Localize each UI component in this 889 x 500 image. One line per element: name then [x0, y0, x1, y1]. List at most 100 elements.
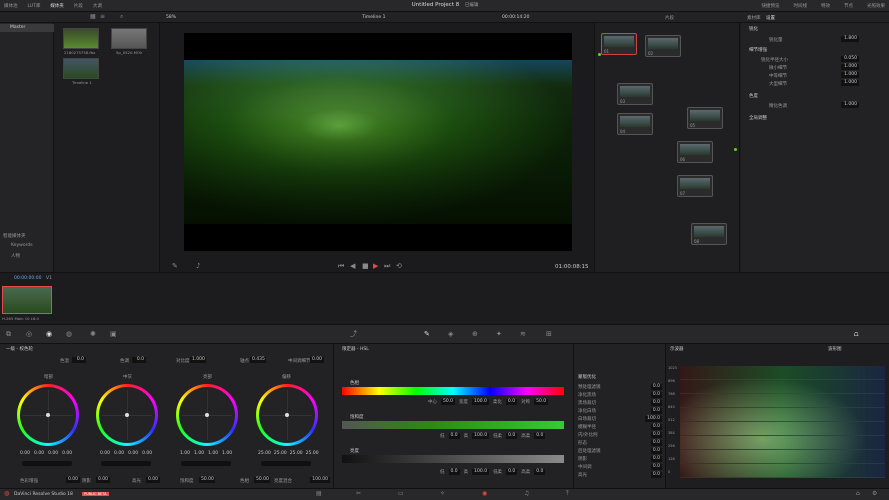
- node-07[interactable]: 07: [677, 175, 713, 197]
- node-editor[interactable]: 01 02 03 04 05 06 07 08 09: [594, 23, 740, 272]
- bp5-value[interactable]: 100.00: [310, 477, 330, 483]
- section-detail[interactable]: 细节增强: [749, 47, 767, 53]
- tab-settings[interactable]: 设置: [766, 15, 775, 21]
- matte-row-value[interactable]: 0.0: [650, 432, 662, 438]
- hue-w-value[interactable]: 100.0: [472, 399, 489, 405]
- page-color-icon[interactable]: ◉: [482, 491, 487, 497]
- window-icon[interactable]: ◈: [448, 331, 453, 338]
- offset-master-slider[interactable]: [261, 461, 311, 466]
- gain-values[interactable]: 1.00 1.00 1.00 1.00: [180, 451, 232, 456]
- timeline-name[interactable]: Timeline 1: [362, 15, 385, 20]
- matte-row-value[interactable]: 0.0: [650, 448, 662, 454]
- wheel-lift[interactable]: [17, 384, 79, 446]
- row2-2-value[interactable]: 1.000: [841, 72, 859, 78]
- home-icon[interactable]: ⌂: [856, 491, 860, 497]
- top-right-3[interactable]: 节点: [844, 3, 853, 9]
- sat-hsoft-value[interactable]: 0.0: [534, 433, 546, 439]
- bp3-value[interactable]: 50.00: [199, 477, 215, 483]
- node-output-dot[interactable]: [734, 148, 737, 151]
- bp2-value[interactable]: 0.00: [146, 477, 160, 483]
- matte-row-value[interactable]: 0.0: [650, 464, 662, 470]
- row3-value[interactable]: 1.000: [841, 102, 859, 108]
- gamma-values[interactable]: 0.00 0.00 0.00 0.00: [100, 451, 152, 456]
- param-temp-value[interactable]: 0.0: [72, 357, 86, 363]
- hue-c-value[interactable]: 50.0: [441, 399, 456, 405]
- node-03[interactable]: 03: [617, 83, 653, 105]
- matte-row-value[interactable]: 0.0: [650, 440, 662, 446]
- param-pivot-value[interactable]: 0.435: [250, 357, 266, 363]
- param-tint-value[interactable]: 0.0: [132, 357, 146, 363]
- qualifier-icon[interactable]: ✎: [424, 331, 430, 338]
- page-cut-icon[interactable]: ✂: [356, 491, 361, 497]
- pen-tool-icon[interactable]: ✎: [172, 263, 178, 270]
- sat-bar[interactable]: [342, 421, 564, 429]
- top-item-3[interactable]: 片段: [74, 3, 83, 9]
- volume-icon[interactable]: ♪: [196, 263, 200, 270]
- skip-end-icon[interactable]: ⏭: [384, 263, 390, 270]
- matte-row-value[interactable]: 0.0: [650, 424, 662, 430]
- hue-sym-value[interactable]: 50.0: [534, 399, 549, 405]
- top-item-0[interactable]: 媒体池: [4, 3, 18, 9]
- top-right-4[interactable]: 光照效果: [867, 3, 885, 9]
- lift-master-slider[interactable]: [22, 461, 72, 466]
- lift-values[interactable]: 0.00 0.00 0.00 0.00: [20, 451, 72, 456]
- rgb-mixer-icon[interactable]: ✺: [90, 331, 96, 338]
- lum-low-value[interactable]: 0.0: [448, 469, 460, 475]
- node-01[interactable]: 01: [601, 33, 637, 55]
- top-item-2[interactable]: 媒体夹: [50, 3, 64, 9]
- node-04[interactable]: 04: [617, 113, 653, 135]
- color-wheels-icon[interactable]: ◉: [46, 331, 52, 338]
- row2-0-value[interactable]: 0.050: [841, 56, 859, 62]
- node-02[interactable]: 02: [645, 35, 681, 57]
- key-icon[interactable]: ⊞: [546, 331, 552, 338]
- page-fairlight-icon[interactable]: ♫: [524, 491, 529, 497]
- page-edit-icon[interactable]: ▭: [398, 491, 404, 497]
- hdr-icon[interactable]: ◍: [66, 331, 72, 338]
- matte-row-value[interactable]: 0.0: [650, 400, 662, 406]
- sat-low-value[interactable]: 0.0: [448, 433, 460, 439]
- param-contrast-value[interactable]: 1.000: [190, 357, 206, 363]
- node-08[interactable]: 08: [691, 223, 727, 245]
- matte-row-value[interactable]: 0.0: [650, 384, 662, 390]
- matte-row-value[interactable]: 100.0: [645, 416, 662, 422]
- lum-high-value[interactable]: 100.0: [472, 469, 490, 475]
- camera-raw-icon[interactable]: ⧉: [6, 331, 11, 338]
- bp1-value[interactable]: 0.00: [96, 477, 110, 483]
- matte-row-value[interactable]: 0.0: [650, 472, 662, 478]
- gamma-master-slider[interactable]: [101, 461, 151, 466]
- sat-lsoft-value[interactable]: 0.0: [506, 433, 518, 439]
- clip-thumb-1[interactable]: [111, 28, 147, 49]
- people-bin[interactable]: 人物: [11, 253, 20, 259]
- page-media-icon[interactable]: ▤: [316, 491, 322, 497]
- play-icon[interactable]: ▶: [373, 263, 378, 270]
- param-md-value[interactable]: 0.00: [310, 357, 324, 363]
- settings-icon[interactable]: ⚙: [872, 491, 877, 497]
- timeline-clip[interactable]: [2, 286, 52, 314]
- section-sharpen[interactable]: 锐化: [749, 26, 758, 32]
- hue-s-value[interactable]: 0.0: [505, 399, 518, 405]
- wheel-gain[interactable]: [176, 384, 238, 446]
- page-fusion-icon[interactable]: ✧: [440, 491, 445, 497]
- motion-effects-icon[interactable]: ▣: [110, 331, 117, 338]
- step-back-icon[interactable]: ◀: [350, 263, 355, 270]
- loop-icon[interactable]: ⟲: [396, 263, 402, 270]
- offset-values[interactable]: 25.00 25.00 25.00 25.00: [258, 451, 319, 456]
- curves-icon[interactable]: ⤴: [350, 331, 357, 338]
- wheel-gamma[interactable]: [96, 384, 158, 446]
- clip-thumb-0[interactable]: [63, 28, 99, 49]
- row2-3-value[interactable]: 1.000: [841, 80, 859, 86]
- node-input-dot[interactable]: [598, 53, 601, 56]
- magic-mask-icon[interactable]: ✦: [496, 331, 502, 338]
- hue-bar[interactable]: [342, 387, 564, 395]
- lum-hsoft-value[interactable]: 0.0: [534, 469, 546, 475]
- top-item-1[interactable]: LUT库: [28, 3, 41, 9]
- node-05[interactable]: 05: [687, 107, 723, 129]
- viewer-mode-label[interactable]: 片段: [665, 15, 674, 21]
- clip-thumb-2[interactable]: [63, 58, 99, 79]
- gain-master-slider[interactable]: [181, 461, 231, 466]
- viewer-frame[interactable]: [184, 33, 572, 251]
- sat-high-value[interactable]: 100.0: [472, 433, 490, 439]
- grid-view-icon[interactable]: ▦: [90, 14, 96, 20]
- tab-library[interactable]: 素材库: [747, 15, 761, 21]
- list-view-icon[interactable]: ≡: [100, 14, 105, 20]
